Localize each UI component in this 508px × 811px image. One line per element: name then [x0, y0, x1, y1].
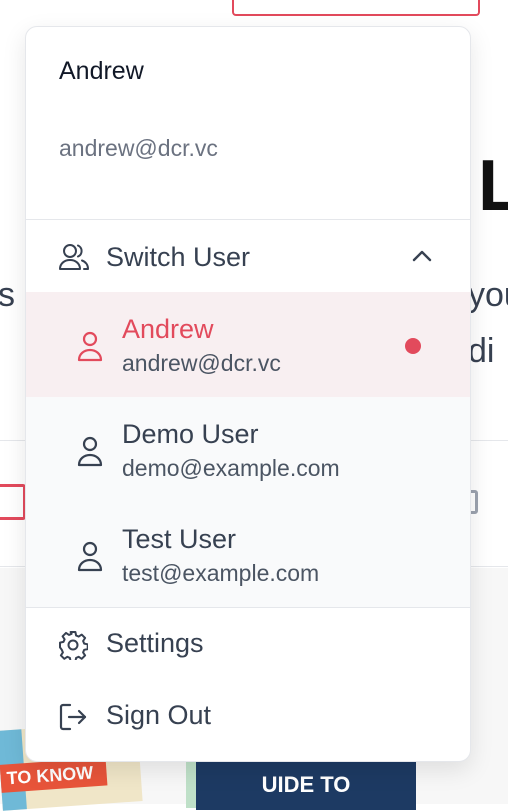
- background-text-fragment-right-2: di: [468, 332, 495, 370]
- user-dropdown-menu: Andrew andrew@dcr.vc Switch User Andrew …: [25, 26, 471, 762]
- user-info-header: Andrew andrew@dcr.vc: [26, 27, 470, 220]
- settings-menu-item[interactable]: Settings: [26, 608, 470, 680]
- users-icon: [59, 244, 89, 270]
- background-text-fragment-right-1: you: [468, 276, 508, 314]
- user-icon: [77, 436, 103, 467]
- user-option-email: andrew@dcr.vc: [122, 350, 281, 376]
- user-option-test-user[interactable]: Test User test@example.com: [26, 502, 470, 607]
- user-option-email: test@example.com: [122, 560, 320, 586]
- book-title-fragment: UIDE TO: [196, 760, 416, 810]
- user-option-demo-user[interactable]: Demo User demo@example.com: [26, 397, 470, 502]
- user-list: Andrew andrew@dcr.vc Demo User demo@exam…: [26, 292, 470, 608]
- user-option-email: demo@example.com: [122, 455, 340, 481]
- switch-user-label: Switch User: [106, 242, 251, 272]
- book-title-fragment: TO KNOW: [0, 757, 108, 793]
- sign-out-icon: [59, 703, 87, 731]
- user-icon: [77, 331, 103, 362]
- sign-out-menu-item[interactable]: Sign Out: [26, 680, 470, 752]
- background-heading-fragment: L: [478, 146, 508, 226]
- current-user-name: Andrew: [59, 57, 144, 85]
- user-option-name: Andrew: [122, 314, 214, 344]
- switch-user-toggle[interactable]: Switch User: [26, 220, 470, 292]
- background-highlight-box: [232, 0, 480, 16]
- background-red-icon: [0, 484, 26, 520]
- active-user-dot-icon: [405, 338, 421, 354]
- user-icon: [77, 541, 103, 572]
- user-option-name: Test User: [122, 524, 237, 554]
- chevron-up-icon: [412, 250, 432, 262]
- settings-label: Settings: [106, 628, 204, 658]
- sign-out-label: Sign Out: [106, 700, 212, 730]
- background-text-fragment-left: s: [0, 276, 15, 314]
- user-option-name: Demo User: [122, 419, 259, 449]
- current-user-email: andrew@dcr.vc: [59, 135, 218, 161]
- user-option-andrew[interactable]: Andrew andrew@dcr.vc: [26, 292, 470, 397]
- gear-icon: [59, 631, 88, 660]
